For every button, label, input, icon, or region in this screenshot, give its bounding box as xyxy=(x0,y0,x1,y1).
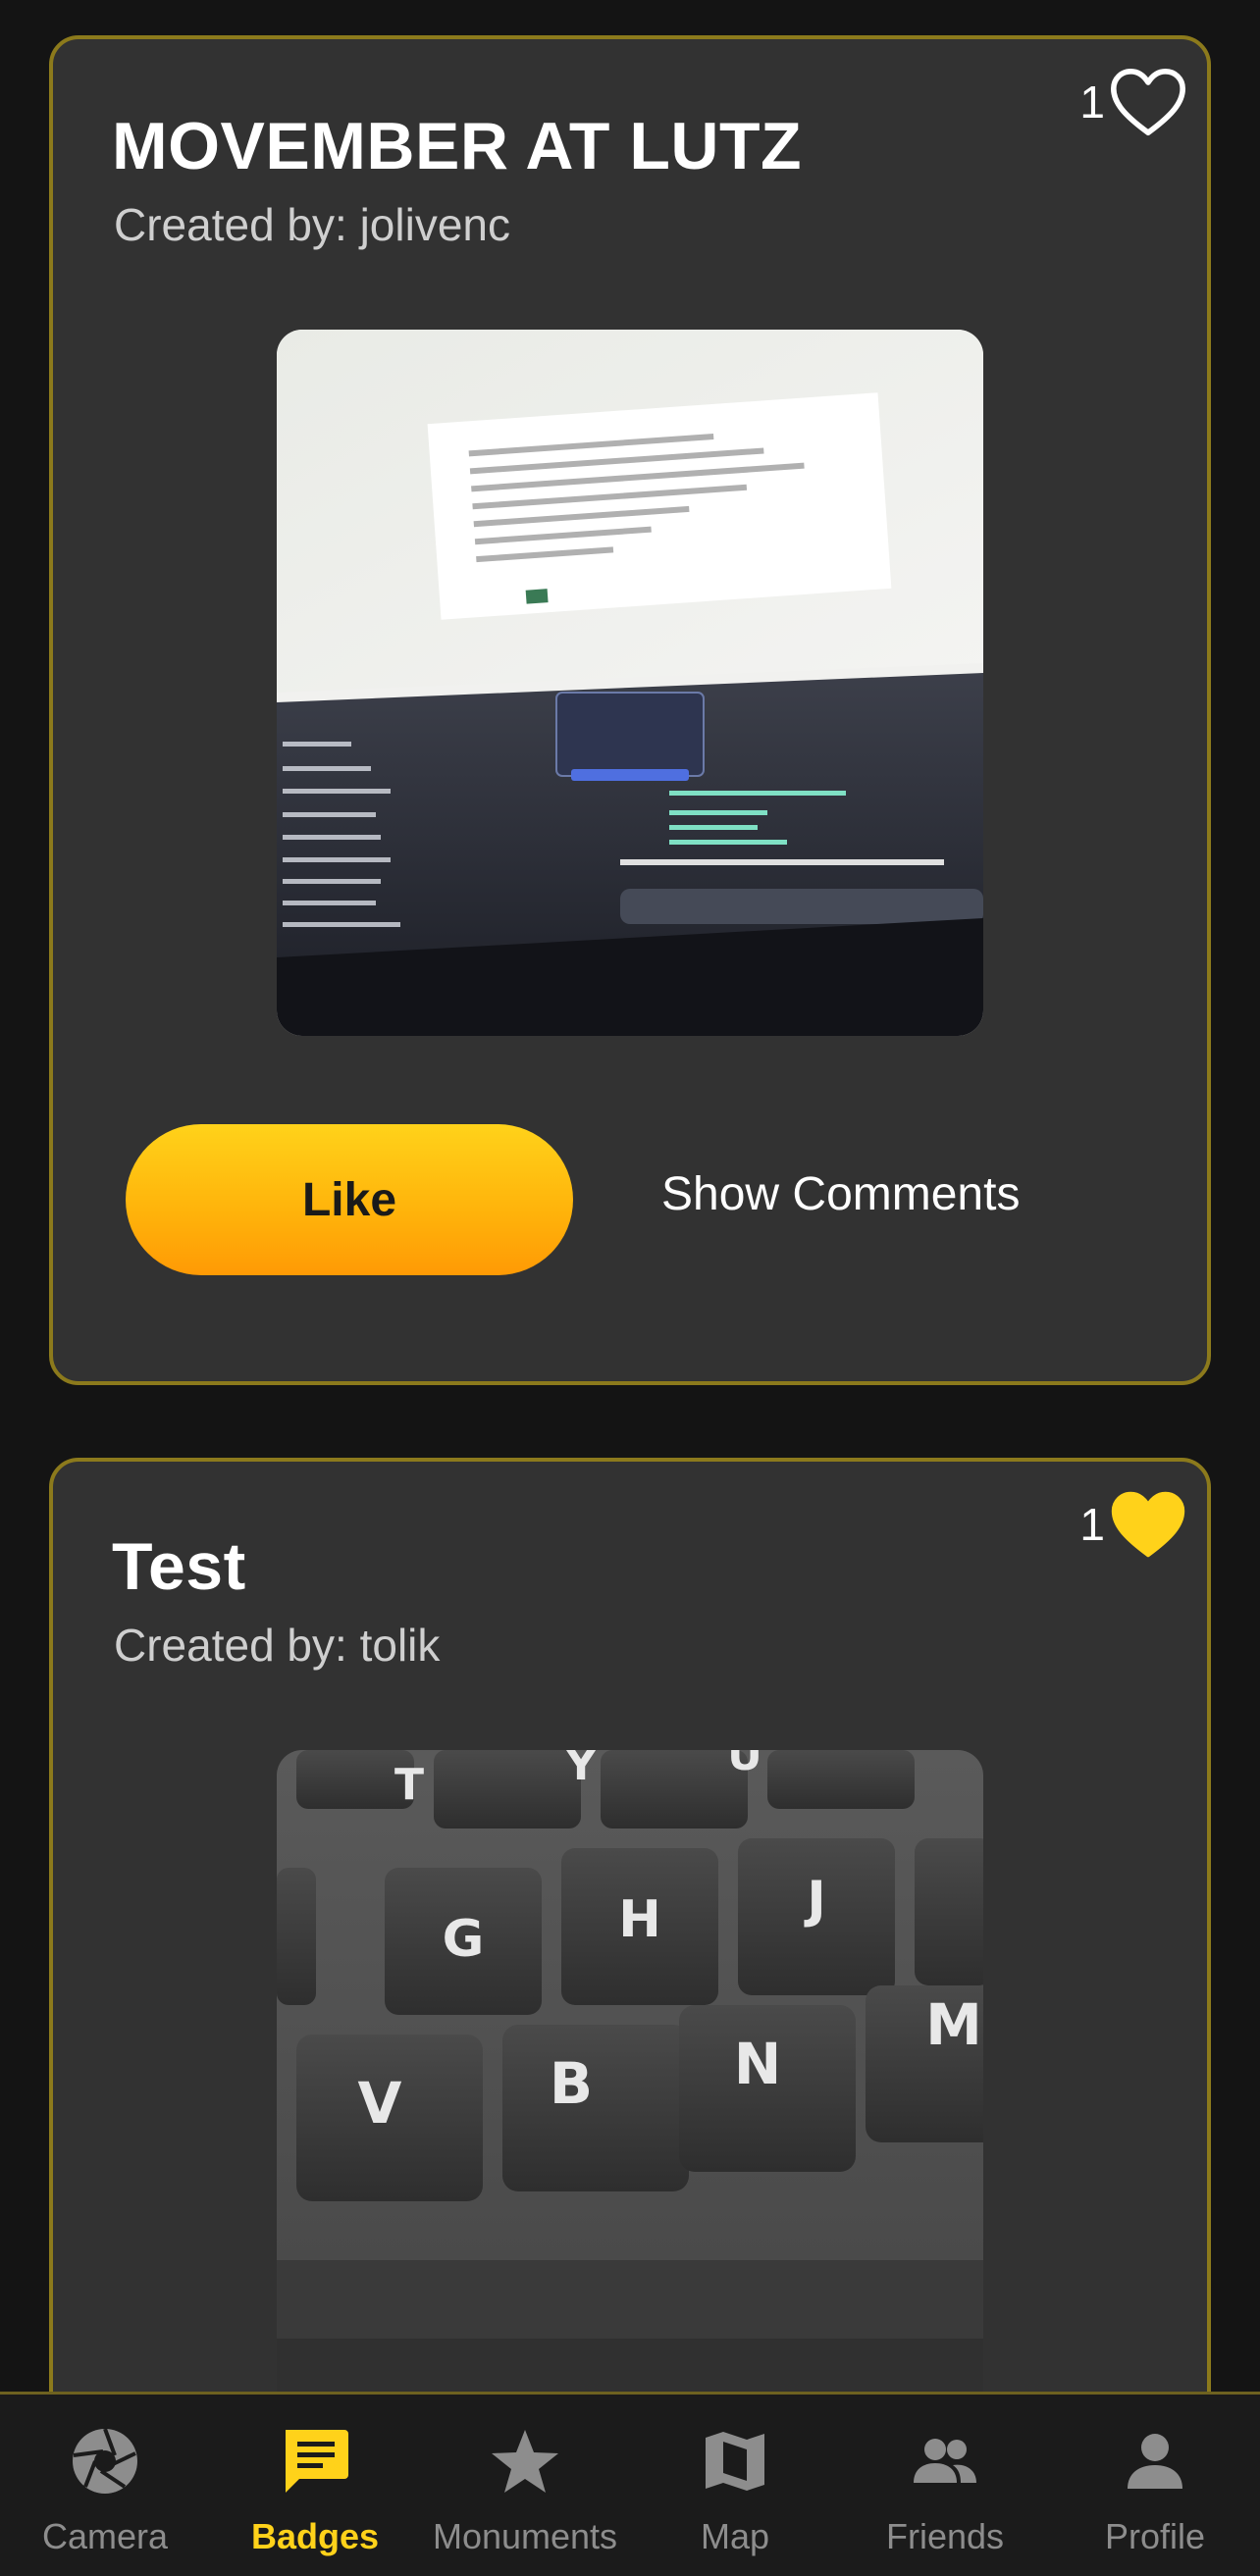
post-title: MOVEMBER AT LUTZ xyxy=(112,109,803,183)
badges-message-icon xyxy=(286,2430,348,2493)
like-indicator[interactable]: 1 xyxy=(1079,67,1187,137)
tab-map[interactable]: Map xyxy=(630,2395,840,2576)
svg-text:N: N xyxy=(734,2031,782,2097)
svg-text:Y: Y xyxy=(564,1750,598,1790)
show-comments-button[interactable]: Show Comments xyxy=(661,1167,1020,1221)
tab-label: Monuments xyxy=(432,2516,618,2556)
heart-filled-icon[interactable] xyxy=(1109,1489,1187,1560)
svg-text:H: H xyxy=(618,1890,661,1949)
post-photo xyxy=(277,330,983,1036)
tab-label: Camera xyxy=(41,2516,169,2556)
like-count: 1 xyxy=(1079,77,1105,128)
post-photo: T Y U G H J V B N M xyxy=(277,1750,983,2392)
svg-text:V: V xyxy=(358,2070,402,2137)
map-icon xyxy=(706,2432,764,2491)
like-indicator[interactable]: 1 xyxy=(1079,1489,1187,1560)
camera-aperture-icon xyxy=(73,2428,137,2494)
tab-label: Map xyxy=(700,2516,770,2556)
svg-text:B: B xyxy=(550,2050,593,2117)
person-icon xyxy=(1128,2434,1182,2489)
svg-text:T: T xyxy=(394,1760,424,1810)
like-count: 1 xyxy=(1079,1499,1105,1550)
post-feed[interactable]: MOVEMBER AT LUTZ Created by: jolivenc 1 xyxy=(0,0,1260,2392)
like-button[interactable]: Like xyxy=(126,1124,573,1275)
tab-profile[interactable]: Profile xyxy=(1050,2395,1260,2576)
tab-badges[interactable]: Badges xyxy=(210,2395,420,2576)
svg-text:J: J xyxy=(804,1871,825,1930)
svg-text:G: G xyxy=(443,1910,485,1969)
post-author: Created by: jolivenc xyxy=(114,199,510,250)
tab-label: Badges xyxy=(250,2516,380,2556)
bottom-tab-bar: Camera Badges Monuments Map Friends Prof… xyxy=(0,2392,1260,2576)
post-card: MOVEMBER AT LUTZ Created by: jolivenc 1 xyxy=(49,35,1211,1385)
tab-monuments[interactable]: Monuments xyxy=(420,2395,630,2576)
svg-text:U: U xyxy=(727,1750,762,1780)
post-card: Test Created by: tolik 1 T Y U G H J V B… xyxy=(49,1458,1211,2392)
tab-label: Friends xyxy=(885,2516,1005,2556)
heart-outline-icon[interactable] xyxy=(1109,67,1187,137)
post-author: Created by: tolik xyxy=(114,1620,441,1671)
post-title: Test xyxy=(112,1529,246,1604)
tab-camera[interactable]: Camera xyxy=(0,2395,210,2576)
tab-label: Profile xyxy=(1104,2516,1206,2556)
star-icon xyxy=(492,2430,558,2493)
people-icon xyxy=(914,2439,976,2483)
photo-screen-image xyxy=(277,330,983,1036)
tab-friends[interactable]: Friends xyxy=(840,2395,1050,2576)
svg-text:M: M xyxy=(925,1991,982,2058)
photo-keyboard-image: T Y U G H J V B N M xyxy=(277,1750,983,2392)
